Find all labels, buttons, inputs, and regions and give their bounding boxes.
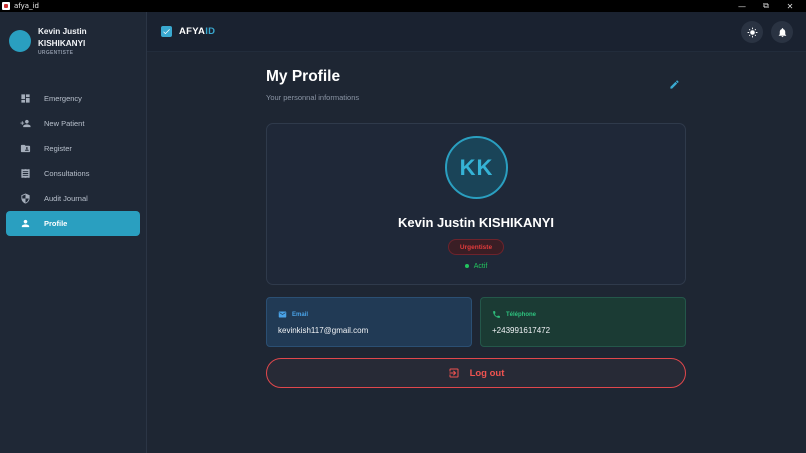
close-icon[interactable]: ✕ [778, 0, 802, 12]
folder-shared-icon [20, 144, 31, 153]
dashboard-icon [21, 94, 30, 103]
window-titlebar: afya_id — ⧉ ✕ [0, 0, 806, 12]
email-label: Email [292, 311, 309, 318]
sidebar-item-label: Audit Journal [44, 194, 88, 203]
notifications-button[interactable] [771, 21, 793, 43]
sidebar-nav: Emergency New Patient Register Consultat… [6, 86, 140, 236]
status-label: Actif [473, 263, 488, 270]
profile-card: KK Kevin Justin KISHIKANYI Urgentiste Ac… [266, 123, 686, 285]
email-label-row: Email [278, 310, 308, 319]
phone-icon [493, 311, 500, 318]
status-dot [464, 264, 469, 269]
logout-label: Log out [469, 367, 505, 379]
pencil-icon [670, 80, 679, 89]
sidebar-item-audit-journal[interactable]: Audit Journal [6, 186, 140, 211]
sidebar: Kevin Justin KISHIKANYI URGENTISTE Emerg… [0, 12, 147, 453]
top-bar: AFYAID [147, 12, 806, 52]
user-role: URGENTISTE [38, 50, 74, 56]
profile-full-name: Kevin Justin KISHIKANYI [397, 215, 555, 230]
page-title: My Profile [266, 68, 341, 85]
user-card: Kevin Justin KISHIKANYI URGENTISTE [9, 26, 118, 56]
logout-button[interactable]: Log out [266, 358, 686, 388]
phone-card: Téléphone +243991617472 [480, 297, 686, 347]
sidebar-item-emergency[interactable]: Emergency [6, 86, 140, 111]
sidebar-item-label: New Patient [44, 119, 85, 128]
brand-name: AFYAID [179, 26, 216, 37]
sidebar-item-label: Emergency [44, 94, 82, 103]
logout-icon [449, 368, 459, 378]
person-add-icon [20, 119, 31, 128]
minimize-icon[interactable]: — [730, 0, 754, 12]
profile-avatar: KK [445, 136, 508, 199]
sidebar-item-consultations[interactable]: Consultations [6, 161, 140, 186]
sidebar-item-label: Consultations [44, 169, 90, 178]
sidebar-item-label: Register [44, 144, 72, 153]
sidebar-item-register[interactable]: Register [6, 136, 140, 161]
bell-icon [778, 27, 786, 37]
brand-logo[interactable]: AFYAID [161, 26, 215, 37]
role-badge: Urgentiste [448, 239, 504, 255]
page-subtitle: Your personnal informations [266, 93, 360, 102]
mail-icon [278, 311, 287, 318]
restore-icon[interactable]: ⧉ [754, 0, 778, 12]
phone-value: +243991617472 [492, 326, 551, 335]
avatar [9, 30, 31, 52]
sidebar-item-profile[interactable]: Profile [6, 211, 140, 236]
user-info: Kevin Justin KISHIKANYI URGENTISTE [38, 26, 118, 56]
sun-icon [746, 26, 758, 38]
user-name: Kevin Justin KISHIKANYI [38, 27, 87, 48]
theme-toggle-button[interactable] [741, 21, 763, 43]
sidebar-item-new-patient[interactable]: New Patient [6, 111, 140, 136]
status-indicator: Actif [267, 263, 685, 270]
sidebar-item-label: Profile [44, 219, 68, 228]
phone-label: Téléphone [506, 311, 537, 318]
shield-icon [21, 193, 30, 204]
person-icon [21, 219, 30, 228]
email-value: kevinkish117@gmail.com [278, 326, 369, 335]
phone-label-row: Téléphone [492, 310, 536, 319]
window-controls: — ⧉ ✕ [730, 0, 802, 12]
app-icon [2, 2, 10, 10]
email-card: Email kevinkish117@gmail.com [266, 297, 472, 347]
edit-profile-button[interactable] [669, 77, 681, 89]
main-content: My Profile Your personnal informations K… [147, 52, 806, 453]
checkbox-logo-icon [161, 26, 172, 37]
window-title: afya_id [14, 2, 39, 10]
receipt-icon [21, 168, 30, 179]
